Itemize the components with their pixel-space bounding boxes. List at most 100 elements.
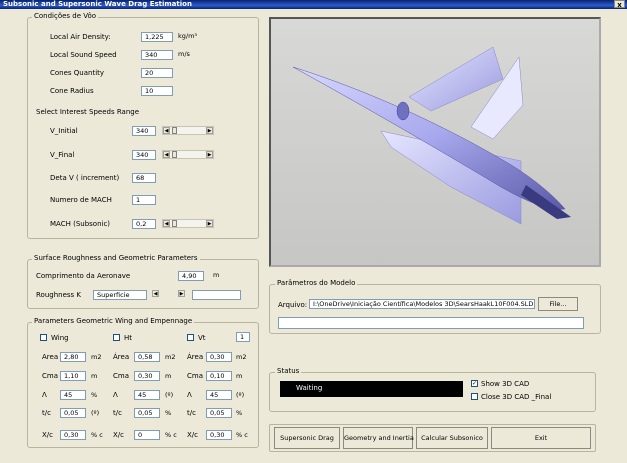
window-title-bar: Subsonic and Supersonic Wave Drag Estima…: [0, 0, 627, 9]
close-cad-checkbox[interactable]: [471, 393, 478, 400]
supersonic-drag-button[interactable]: Supersonic Drag: [274, 427, 340, 449]
density-label: Local Air Density:: [50, 33, 111, 41]
wing-tc-input[interactable]: 0,05: [60, 408, 86, 418]
wing-sweep-label: Λ: [42, 391, 47, 399]
aircraft-3d-model: [292, 46, 571, 225]
model-extra-input[interactable]: [278, 317, 584, 329]
slider-thumb[interactable]: [172, 151, 177, 158]
roughness-value-field[interactable]: [192, 290, 241, 300]
mach-subsonic-input[interactable]: 0,2: [132, 219, 156, 229]
geometry-inertia-button[interactable]: Geometry and Inertia: [343, 427, 414, 449]
wing-tc-label: t/c: [42, 409, 51, 417]
v-final-input[interactable]: 340: [132, 150, 156, 160]
exit-button[interactable]: Exit: [491, 427, 591, 449]
ht-area-unit: m2: [165, 353, 176, 361]
chevron-left-icon[interactable]: ◀: [152, 290, 159, 297]
vt-sweep-label: Λ: [187, 391, 192, 399]
sound-speed-input[interactable]: 340: [141, 50, 173, 60]
show-cad-checkbox[interactable]: ✓: [471, 380, 478, 387]
chevron-right-icon[interactable]: ▶: [206, 220, 213, 227]
wing-area-label: Area: [42, 353, 59, 361]
wing-checkbox[interactable]: [40, 334, 47, 341]
ht-area-label: Área: [113, 353, 130, 361]
surface-group: [27, 259, 259, 309]
v-final-slider[interactable]: ◀ ▶: [162, 150, 214, 159]
cones-quantity-label: Cones Quantity: [50, 69, 105, 77]
file-path-input[interactable]: I:\OneDrive\Iniciação Científica\Modelos…: [309, 299, 535, 309]
ht-tc-label: t/c: [113, 409, 122, 417]
cone-radius-input[interactable]: 10: [141, 86, 173, 96]
mach-subsonic-label: MACH (Subsonic): [50, 220, 111, 228]
calcular-subsonico-button[interactable]: Calcular Subsonico: [416, 427, 488, 449]
chevron-right-icon[interactable]: ▶: [206, 127, 213, 134]
mach-number-input[interactable]: 1: [132, 195, 156, 205]
vt-sweep-input[interactable]: 45: [206, 390, 232, 400]
slider-thumb[interactable]: [172, 127, 177, 134]
density-unit: kg/m³: [178, 32, 198, 40]
ht-sweep-unit: (º): [165, 391, 174, 399]
model-params-legend: Parâmetros do Modelo: [275, 279, 358, 287]
ht-cma-unit: m: [165, 372, 172, 380]
wing-cma-input[interactable]: 1,10: [60, 371, 86, 381]
chevron-left-icon[interactable]: ◀: [163, 151, 170, 158]
vt-tc-label: t/c: [187, 409, 196, 417]
v-initial-label: V_Initial: [50, 127, 78, 135]
density-input[interactable]: 1,225: [141, 32, 173, 42]
speed-range-heading: Select Interest Speeds Range: [36, 108, 140, 116]
wing-area-input[interactable]: 2,80: [60, 352, 86, 362]
chevron-right-icon[interactable]: ▶: [178, 290, 185, 297]
surface-legend: Surface Roughness and Geometric Paramete…: [32, 254, 200, 262]
roughness-spinner[interactable]: ◀ ▶: [152, 290, 188, 299]
file-browse-button[interactable]: File...: [538, 297, 578, 311]
status-progress-bar: Waiting: [280, 381, 463, 397]
window-title: Subsonic and Supersonic Wave Drag Estima…: [3, 0, 192, 8]
sound-speed-unit: m/s: [178, 50, 190, 58]
ht-area-input[interactable]: 0,58: [134, 352, 160, 362]
ht-sweep-input[interactable]: 45: [134, 390, 160, 400]
vt-label: Vt: [198, 334, 206, 342]
chevron-left-icon[interactable]: ◀: [163, 127, 170, 134]
ht-cma-input[interactable]: 0,30: [134, 371, 160, 381]
aircraft-length-input[interactable]: 4,90: [178, 271, 204, 281]
vt-area-label: Área: [187, 353, 204, 361]
close-cad-label: Close 3D CAD _Final: [481, 393, 552, 401]
wing-sweep-input[interactable]: 45: [60, 390, 86, 400]
aircraft-length-unit: m: [213, 271, 220, 279]
vt-cma-input[interactable]: 0,10: [206, 371, 232, 381]
slider-thumb[interactable]: [172, 220, 177, 227]
chevron-right-icon[interactable]: ▶: [206, 151, 213, 158]
v-initial-input[interactable]: 340: [132, 126, 156, 136]
cones-quantity-input[interactable]: 20: [141, 68, 173, 78]
vt-tc-unit: %: [236, 409, 243, 417]
ht-xc-unit: % c: [165, 431, 177, 439]
v-initial-slider[interactable]: ◀ ▶: [162, 126, 214, 135]
vt-checkbox[interactable]: [187, 334, 194, 341]
file-label: Arquivo:: [278, 301, 308, 309]
ht-tc-input[interactable]: 0,05: [134, 408, 160, 418]
ht-xc-input[interactable]: 0: [134, 430, 160, 440]
ht-checkbox[interactable]: [113, 334, 120, 341]
wing-xc-unit: % c: [91, 431, 103, 439]
vt-area-input[interactable]: 0,30: [206, 352, 232, 362]
vt-xc-input[interactable]: 0,30: [206, 430, 232, 440]
close-window-button[interactable]: x: [614, 0, 625, 9]
wing-tc-unit: (º): [91, 409, 100, 417]
mach-subsonic-slider[interactable]: ◀ ▶: [162, 219, 214, 228]
vt-area-unit: m2: [236, 353, 247, 361]
wing-label: Wing: [51, 334, 69, 342]
wing-xc-input[interactable]: 0,30: [60, 430, 86, 440]
cad-3d-viewport[interactable]: [269, 17, 601, 267]
vt-tc-input[interactable]: 0,05: [206, 408, 232, 418]
ht-xc-label: X/c: [113, 431, 125, 439]
sound-speed-label: Local Sound Speed: [50, 51, 117, 59]
chevron-left-icon[interactable]: ◀: [163, 220, 170, 227]
ht-tc-unit: %: [165, 409, 172, 417]
status-legend: Status: [275, 367, 302, 375]
wing-xc-label: X/c: [42, 431, 54, 439]
delta-v-input[interactable]: 68: [132, 173, 156, 183]
surface-count-input[interactable]: 1: [236, 332, 250, 342]
roughness-select[interactable]: Superficie: [93, 290, 147, 300]
ht-cma-label: Cma: [113, 372, 129, 380]
show-cad-label: Show 3D CAD: [481, 380, 530, 388]
wing-area-unit: m2: [91, 353, 102, 361]
